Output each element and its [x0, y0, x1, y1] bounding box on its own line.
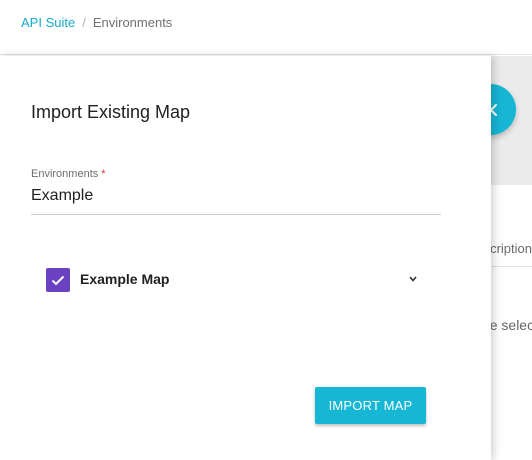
environments-select[interactable]: Example	[31, 187, 441, 215]
map-list-item[interactable]: Example Map	[31, 256, 441, 304]
map-label: Example Map	[80, 271, 170, 287]
drawer-title: Import Existing Map	[31, 102, 191, 122]
import-map-drawer: Import Existing Map Environments * Exampl…	[0, 56, 491, 460]
import-map-button[interactable]: IMPORT MAP	[315, 387, 426, 424]
table-header-divider	[491, 266, 532, 267]
map-checkbox[interactable]	[46, 268, 70, 292]
checkmark-icon	[51, 275, 65, 285]
environments-label-text: Environments	[31, 168, 99, 180]
app-header: API Suite / Environments	[0, 0, 532, 55]
required-mark: *	[101, 168, 106, 180]
chevron-down-icon	[409, 276, 417, 282]
breadcrumb: API Suite / Environments	[21, 15, 172, 31]
breadcrumb-separator: /	[82, 15, 86, 30]
breadcrumb-root-link[interactable]: API Suite	[21, 15, 75, 31]
breadcrumb-current: Environments	[92, 15, 173, 30]
environments-label: Environments *	[31, 168, 106, 180]
expand-map-button[interactable]	[408, 275, 418, 283]
